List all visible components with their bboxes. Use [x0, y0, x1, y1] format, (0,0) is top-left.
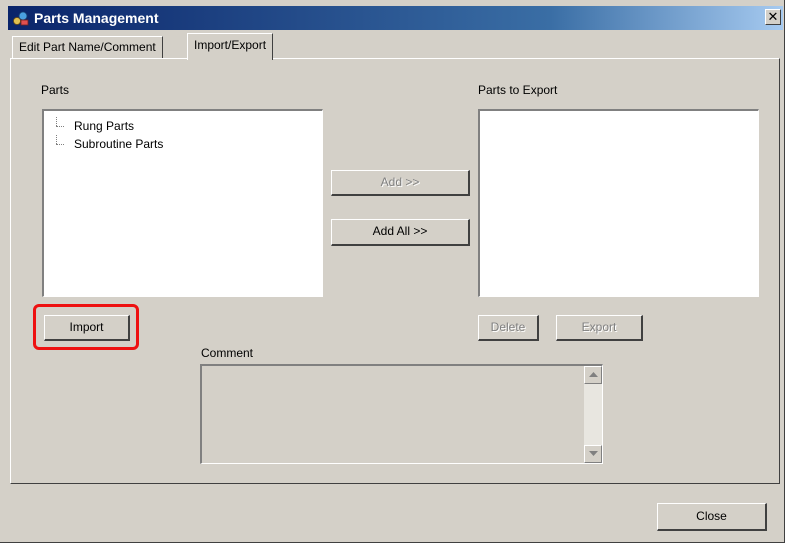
comment-textarea[interactable]	[200, 364, 603, 464]
tree-connector	[56, 126, 64, 127]
tree-connector	[56, 135, 57, 144]
close-button[interactable]: Close	[657, 503, 767, 531]
title-bar[interactable]: Parts Management ✕	[8, 6, 783, 30]
comment-label: Comment	[201, 346, 254, 360]
add-button[interactable]: Add >>	[331, 170, 470, 196]
parts-app-icon	[12, 9, 30, 27]
scroll-down-icon[interactable]	[584, 445, 602, 463]
window-title: Parts Management	[34, 10, 159, 26]
tree-item-label: Subroutine Parts	[74, 137, 164, 151]
parts-to-export-list[interactable]	[478, 109, 759, 297]
tree-item-rung-parts[interactable]: Rung Parts	[44, 117, 244, 135]
tab-edit-part-name-comment[interactable]: Edit Part Name/Comment	[12, 36, 163, 58]
parts-label: Parts	[41, 83, 70, 97]
comment-scrollbar[interactable]	[584, 366, 602, 463]
scroll-up-icon[interactable]	[584, 366, 602, 384]
tree-item-label: Rung Parts	[74, 119, 135, 133]
parts-tree[interactable]: Rung Parts Subroutine Parts	[42, 109, 323, 297]
parts-management-window: Parts Management ✕ Edit Part Name/Commen…	[0, 0, 785, 543]
tree-item-subroutine-parts[interactable]: Subroutine Parts	[44, 135, 244, 153]
add-all-button[interactable]: Add All >>	[331, 219, 470, 246]
close-icon[interactable]: ✕	[765, 9, 781, 25]
parts-to-export-label: Parts to Export	[478, 83, 558, 97]
tree-connector	[56, 117, 57, 126]
export-button[interactable]: Export	[556, 315, 643, 341]
import-export-panel: Parts Rung Parts Subroutine Parts Add >>…	[10, 58, 780, 484]
import-highlight	[33, 304, 139, 350]
tree-connector	[56, 144, 64, 145]
tab-import-export[interactable]: Import/Export	[187, 33, 274, 60]
delete-button[interactable]: Delete	[478, 315, 539, 341]
